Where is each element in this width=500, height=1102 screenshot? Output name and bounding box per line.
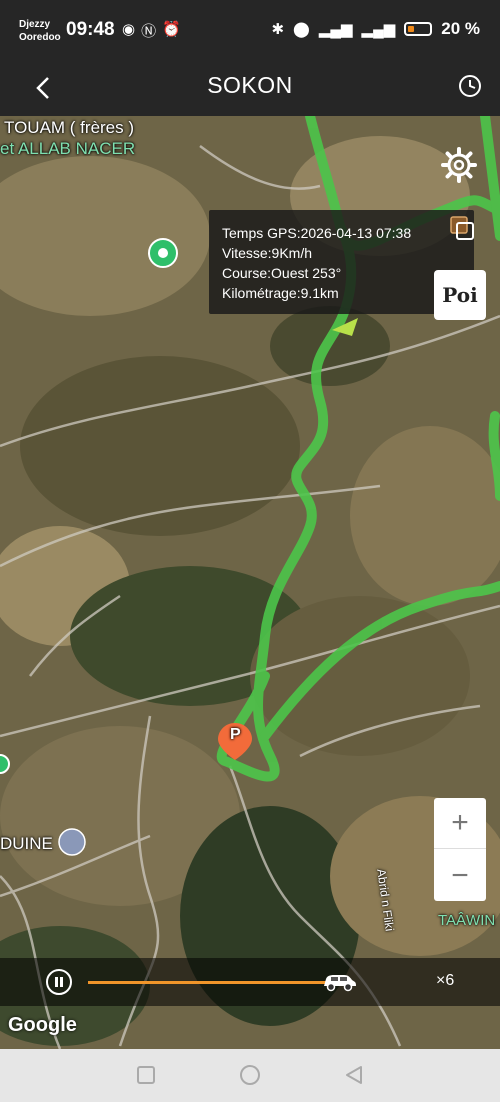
home-icon[interactable] — [238, 1063, 262, 1087]
place-label-allab: et ALLAB NACER — [0, 139, 136, 158]
gps-time: Temps GPS:2026-04-13 07:38 — [222, 225, 412, 241]
carrier-2: Ooredoo — [19, 32, 61, 43]
bluetooth-icon: ✱ — [271, 21, 285, 38]
battery-percent: 20 % — [441, 19, 480, 38]
alarm-icon: ⏰ — [162, 21, 181, 38]
place-label-ouine: DUINE — [0, 834, 53, 853]
signal-icon: ▂▄▆ — [361, 21, 396, 38]
recent-apps-icon[interactable] — [134, 1063, 158, 1087]
playback-bar: ×6 — [0, 958, 500, 1006]
poi-button[interactable]: Poi — [434, 270, 486, 320]
place-label-taawin: TAÂWIN — [438, 912, 496, 929]
pause-button[interactable] — [46, 969, 72, 995]
map-layers-icon[interactable] — [448, 214, 476, 242]
status-icons-right: ✱ ⬤ ▂▄▆ ▂▄▆ 20 % — [271, 19, 480, 39]
page-title: SOKON — [207, 72, 293, 98]
carrier-labels: Djezzy Ooredoo — [19, 18, 61, 44]
nfc-icon: Ⓝ — [141, 23, 157, 40]
eye-icon: ◉ — [122, 21, 136, 38]
playback-speed[interactable]: ×6 — [436, 972, 454, 990]
settings-gear-icon[interactable] — [437, 143, 481, 187]
zoom-controls: + − — [434, 798, 486, 901]
app-header: SOKON — [0, 60, 500, 116]
car-icon[interactable] — [320, 970, 358, 994]
status-bar: Djezzy Ooredoo 09:48 ◉ Ⓝ ⏰ ✱ ⬤ ▂▄▆ ▂▄▆ 2… — [0, 0, 500, 60]
signal-5g-icon: ▂▄▆ — [318, 21, 353, 38]
speed-value: Vitesse:9Km/h — [222, 245, 313, 261]
google-logo: Google — [8, 1014, 77, 1036]
carrier-1: Djezzy — [19, 19, 51, 30]
back-triangle-icon[interactable] — [342, 1063, 366, 1087]
zoom-out-button[interactable]: − — [434, 850, 486, 901]
zoom-in-button[interactable]: + — [434, 798, 486, 849]
battery-icon — [404, 22, 433, 36]
clock-history-icon[interactable] — [456, 72, 484, 100]
clock: 09:48 — [66, 19, 115, 40]
parking-marker[interactable]: P — [230, 726, 241, 744]
playback-progress[interactable] — [88, 981, 338, 984]
system-nav-bar — [0, 1049, 500, 1102]
location-icon: ⬤ — [293, 21, 310, 38]
place-label-touam: TOUAM ( frères ) — [4, 118, 135, 137]
status-icons-left: ◉ Ⓝ ⏰ — [122, 20, 181, 41]
